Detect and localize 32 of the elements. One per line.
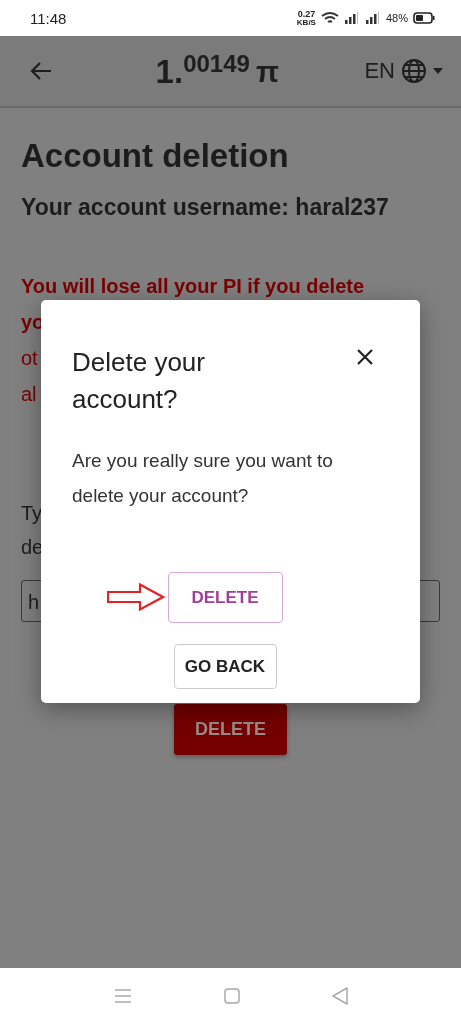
warning-text: ot bbox=[21, 346, 38, 371]
signal-icon bbox=[343, 12, 360, 24]
delete-button[interactable]: DELETE bbox=[174, 704, 287, 755]
home-icon[interactable] bbox=[223, 988, 240, 1004]
page-title: Account deletion bbox=[21, 136, 290, 176]
currency-symbol: π bbox=[255, 56, 279, 87]
close-icon[interactable] bbox=[356, 348, 374, 366]
clock-time: 11:48 bbox=[30, 9, 67, 27]
battery-icon bbox=[413, 12, 435, 24]
menu-icon[interactable] bbox=[113, 989, 132, 1003]
back-icon[interactable] bbox=[331, 987, 348, 1005]
confirm-delete-button[interactable]: DELETE bbox=[167, 572, 283, 623]
signal-icon bbox=[364, 12, 381, 24]
language-selector[interactable]: EN bbox=[364, 58, 443, 84]
caret-icon bbox=[433, 68, 443, 74]
instruction-text: Ty bbox=[21, 501, 43, 526]
wifi-icon bbox=[320, 11, 339, 25]
battery-percent: 48% bbox=[385, 12, 408, 24]
username-label: Your account username: haral237 bbox=[21, 193, 390, 222]
balance-amount: 1. bbox=[155, 54, 184, 88]
network-speed: 0.27 bbox=[297, 9, 316, 19]
speed-unit: KB/S bbox=[296, 18, 316, 27]
instruction-text: de bbox=[21, 535, 44, 560]
warning-text: You will lose all your PI if you delete bbox=[21, 274, 365, 299]
dialog-message: Are you really sure you want to delete your account? bbox=[72, 449, 334, 508]
back-arrow-icon[interactable] bbox=[30, 61, 52, 81]
globe-icon bbox=[401, 58, 427, 84]
go-back-button[interactable]: GO BACK bbox=[173, 644, 277, 689]
balance-decimals: 00149 bbox=[183, 51, 250, 76]
arrow-icon bbox=[107, 583, 165, 611]
dialog-title: Delete your account? bbox=[72, 346, 206, 416]
warning-text: al bbox=[21, 382, 37, 407]
